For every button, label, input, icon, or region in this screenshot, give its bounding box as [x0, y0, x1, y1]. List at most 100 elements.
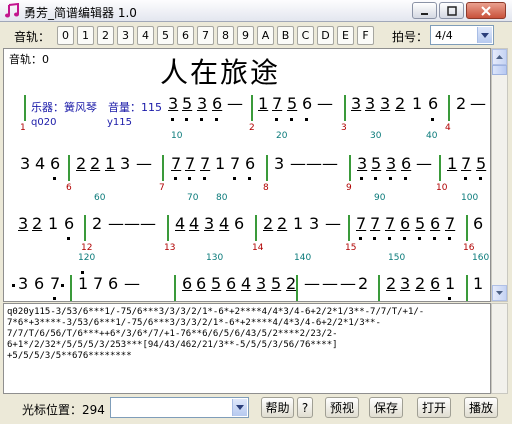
- low-dot: [188, 177, 191, 180]
- cursor-position-label: 光标位置：294: [22, 403, 105, 417]
- low-dot: [275, 118, 278, 121]
- note: 7: [185, 154, 196, 173]
- low-dot: [448, 297, 451, 300]
- note: 2: [76, 154, 87, 173]
- instrument-label: 乐器：簧风琴: [31, 101, 97, 114]
- note: 7: [200, 154, 211, 173]
- chevron-down-icon[interactable]: [477, 27, 492, 43]
- note: 2: [415, 274, 426, 293]
- measure-number: 9: [346, 183, 352, 193]
- measure-number: 7: [159, 183, 165, 193]
- beat-label: 拍号：: [392, 30, 429, 44]
- save-button[interactable]: 保存: [369, 397, 403, 418]
- code-scrollbar[interactable]: [491, 303, 508, 394]
- question-button[interactable]: ?: [297, 397, 313, 418]
- track-button-b[interactable]: B: [277, 26, 294, 45]
- note: —: [322, 154, 338, 173]
- track-button-6[interactable]: 6: [177, 26, 194, 45]
- track-button-1[interactable]: 1: [77, 26, 94, 45]
- track-button-3[interactable]: 3: [117, 26, 134, 45]
- notation-code-editor[interactable]: q020y115-3/53/6***1/-75/6***3/3/3/2/1*-6…: [3, 303, 491, 394]
- track-button-d[interactable]: D: [317, 26, 334, 45]
- note: 3: [197, 94, 208, 113]
- track-button-e[interactable]: E: [337, 26, 354, 45]
- bar-line: [439, 155, 441, 181]
- low-dot: [248, 177, 251, 180]
- window-title: 勇芳_简谱编辑器 1.0: [24, 6, 137, 20]
- open-button[interactable]: 打开: [417, 397, 451, 418]
- track-button-8[interactable]: 8: [217, 26, 234, 45]
- note: 2: [277, 214, 288, 233]
- note: 1: [473, 274, 484, 293]
- beat-number: 160: [472, 253, 490, 263]
- beat-number: 120: [78, 253, 96, 263]
- low-dot: [404, 177, 407, 180]
- note: 4: [175, 214, 186, 233]
- help-button[interactable]: 帮助: [261, 397, 294, 418]
- note: —: [470, 94, 486, 113]
- note: 6: [302, 94, 313, 113]
- track-button-f[interactable]: F: [357, 26, 374, 45]
- bar-line: [344, 95, 346, 121]
- minimize-button[interactable]: [412, 2, 437, 19]
- high-dot: [81, 271, 84, 274]
- scroll-thumb[interactable]: [492, 65, 507, 75]
- scroll-down-button[interactable]: [492, 285, 507, 301]
- toolbar: 音轨： 0 1 2 3 4 5 6 7 8 9 A B C D E F 拍号： …: [0, 22, 512, 48]
- note: 5: [271, 274, 282, 293]
- note: 3: [256, 274, 267, 293]
- beat-number: 80: [216, 193, 228, 203]
- note: 5: [211, 274, 222, 293]
- low-dot: [389, 177, 392, 180]
- score-canvas[interactable]: 音轨：0 人在旅途 1 乐器：簧风琴 音量：115 q020 y115 3 5 …: [3, 48, 491, 302]
- score-scrollbar[interactable]: [491, 48, 508, 302]
- bar-line: [167, 215, 169, 241]
- note: 5: [415, 214, 426, 233]
- cursor-select[interactable]: [110, 397, 249, 418]
- bar-line: [251, 95, 253, 121]
- beat-number: 20: [276, 131, 288, 141]
- track-button-2[interactable]: 2: [97, 26, 114, 45]
- track-button-4[interactable]: 4: [137, 26, 154, 45]
- track-button-a[interactable]: A: [257, 26, 274, 45]
- note: 6: [245, 154, 256, 173]
- note: 3: [18, 274, 29, 293]
- close-button[interactable]: [466, 2, 506, 19]
- low-dot: [174, 177, 177, 180]
- maximize-button[interactable]: [439, 2, 464, 19]
- track-label: 音轨：: [14, 30, 51, 44]
- beat-number: 70: [187, 193, 199, 203]
- note: 6: [430, 274, 441, 293]
- note: 1: [293, 214, 304, 233]
- note: —: [136, 154, 152, 173]
- play-button[interactable]: 播放: [464, 397, 498, 418]
- bar-line: [24, 95, 26, 121]
- measure-number: 12: [81, 243, 93, 253]
- note: 7: [445, 214, 456, 233]
- track-button-5[interactable]: 5: [157, 26, 174, 45]
- note: —: [227, 94, 243, 113]
- note: 3: [351, 94, 362, 113]
- note: 3: [309, 214, 320, 233]
- note: —: [108, 214, 124, 233]
- note: 2: [456, 94, 467, 113]
- track-button-0[interactable]: 0: [57, 26, 74, 45]
- track-button-9[interactable]: 9: [237, 26, 254, 45]
- low-dot: [185, 118, 188, 121]
- beat-select[interactable]: 4/4: [430, 25, 494, 45]
- beat-value: 4/4: [435, 29, 453, 42]
- scroll-up-button[interactable]: [492, 49, 507, 65]
- note: 6: [196, 274, 207, 293]
- track-button-c[interactable]: C: [297, 26, 314, 45]
- bar-line: [466, 215, 468, 241]
- note: 6: [212, 94, 223, 113]
- preview-button[interactable]: 预视: [325, 397, 359, 418]
- track-button-7[interactable]: 7: [197, 26, 214, 45]
- note: 3: [357, 154, 368, 173]
- chevron-down-icon[interactable]: [232, 399, 247, 416]
- measure-number: 3: [341, 123, 347, 133]
- note: 7: [272, 94, 283, 113]
- beat-number: 90: [374, 193, 386, 203]
- volume-label: 音量：115: [108, 101, 162, 114]
- note: 6: [226, 274, 237, 293]
